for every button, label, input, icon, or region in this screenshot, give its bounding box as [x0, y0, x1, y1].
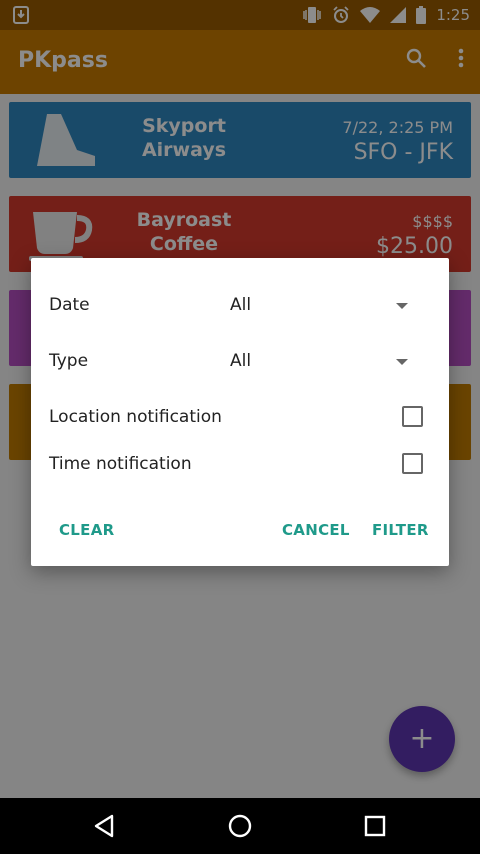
time-notification-label: Time notification: [49, 454, 192, 474]
date-dropdown[interactable]: Date All: [49, 287, 429, 323]
cancel-button[interactable]: CANCEL: [282, 521, 350, 539]
navigation-bar: [0, 798, 480, 854]
time-notification-row: Time notification: [49, 446, 429, 482]
type-dropdown[interactable]: Type All: [49, 343, 429, 379]
back-icon[interactable]: [88, 810, 120, 842]
dropdown-caret-icon: [396, 303, 408, 309]
time-notification-checkbox[interactable]: [402, 453, 423, 474]
home-icon[interactable]: [224, 810, 256, 842]
location-notification-label: Location notification: [49, 407, 222, 427]
type-label: Type: [49, 351, 89, 371]
type-value: All: [230, 351, 252, 371]
location-notification-checkbox[interactable]: [402, 406, 423, 427]
dropdown-caret-icon: [396, 359, 408, 365]
recents-icon[interactable]: [359, 810, 391, 842]
filter-button[interactable]: FILTER: [372, 521, 429, 539]
location-notification-row: Location notification: [49, 399, 429, 435]
date-label: Date: [49, 295, 90, 315]
date-value: All: [230, 295, 252, 315]
clear-button[interactable]: CLEAR: [59, 521, 114, 539]
filter-dialog: Date All Type All Location notification …: [31, 258, 449, 566]
